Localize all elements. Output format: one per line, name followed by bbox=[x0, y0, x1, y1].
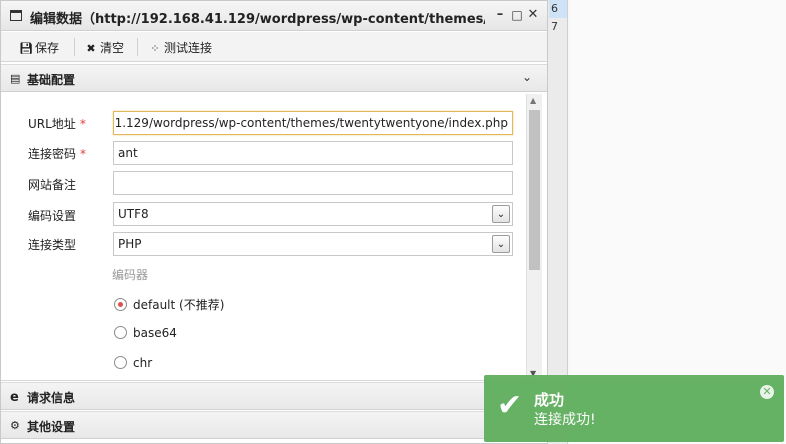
checkmark-icon: ✔ bbox=[497, 388, 523, 423]
encoder-option-chr[interactable]: chr bbox=[114, 356, 152, 372]
basic-config-panel: URL地址* http://192.168.41.129/wordpress/w… bbox=[1, 94, 547, 381]
save-icon: 💾︎ bbox=[19, 42, 33, 55]
toolbar: 💾︎ 保存 ✖ 清空 ⁘ 测试连接 bbox=[1, 32, 547, 62]
close-icon[interactable]: ✕ bbox=[760, 385, 774, 399]
url-input[interactable]: http://192.168.41.129/wordpress/wp-conte… bbox=[113, 111, 513, 135]
clear-button[interactable]: ✖ 清空 bbox=[84, 39, 124, 55]
ie-icon: e bbox=[10, 390, 19, 405]
password-input[interactable]: ant bbox=[113, 141, 513, 165]
toast-title: 成功 bbox=[534, 391, 565, 409]
radio-icon bbox=[114, 326, 127, 339]
clear-icon: ✖ bbox=[86, 42, 96, 55]
url-label: URL地址 * bbox=[28, 115, 86, 132]
encoder-option-default[interactable]: default (不推荐) bbox=[114, 296, 224, 312]
save-label: 保存 bbox=[35, 41, 60, 55]
clear-label: 清空 bbox=[100, 41, 125, 55]
save-button[interactable]: 💾︎ 保存 bbox=[19, 39, 59, 55]
section-basic-label: 基础配置 bbox=[27, 73, 76, 87]
maximize-button[interactable]: □ bbox=[510, 7, 524, 23]
connection-type-label: 连接类型 bbox=[28, 238, 77, 252]
required-mark: * bbox=[79, 117, 86, 131]
encoding-select[interactable]: UTF8 ⌄ bbox=[113, 202, 513, 226]
note-label: 网站备注 bbox=[28, 178, 77, 192]
spinner-icon: ⁘ bbox=[150, 42, 160, 55]
toolbar-divider bbox=[137, 38, 138, 56]
password-label-text: 连接密码 bbox=[28, 147, 77, 161]
encoder-group-label: 编码器 bbox=[112, 268, 149, 282]
radio-icon bbox=[114, 356, 127, 369]
background-cell[interactable]: 7 bbox=[549, 18, 567, 36]
gears-icon: ⚙ bbox=[10, 419, 20, 432]
section-other-label: 其他设置 bbox=[27, 420, 76, 434]
encoding-value: UTF8 bbox=[118, 207, 149, 221]
chevron-down-icon: ⌄ bbox=[492, 205, 510, 223]
password-label: 连接密码 * bbox=[28, 145, 86, 162]
window-title: 编辑数据（http://192.168.41.129/wordpress/wp-… bbox=[30, 12, 485, 27]
scroll-up-icon[interactable]: ▲ bbox=[530, 96, 536, 105]
test-connection-button[interactable]: ⁘ 测试连接 bbox=[148, 39, 212, 55]
title-bar[interactable]: 编辑数据（http://192.168.41.129/wordpress/wp-… bbox=[1, 1, 547, 31]
encoder-option-label: base64 bbox=[133, 326, 177, 340]
note-input[interactable] bbox=[113, 171, 513, 195]
background-cell[interactable]: 6 bbox=[549, 0, 567, 18]
toolbar-divider bbox=[74, 38, 75, 56]
connection-type-select[interactable]: PHP ⌄ bbox=[113, 232, 513, 256]
encoder-option-label: chr bbox=[133, 356, 153, 370]
chevron-down-icon: ⌄ bbox=[522, 70, 533, 84]
connection-type-value: PHP bbox=[118, 237, 142, 251]
close-button[interactable]: ✕ bbox=[526, 7, 540, 23]
window-icon bbox=[10, 10, 22, 21]
panel-scrollbar[interactable]: ▲ ▼ bbox=[526, 94, 542, 380]
required-mark: * bbox=[80, 147, 87, 161]
section-other-settings[interactable]: ⚙ 其他设置 bbox=[1, 411, 547, 439]
scrollbar-thumb[interactable] bbox=[529, 110, 540, 270]
success-toast: ✔ 成功 连接成功! ✕ bbox=[484, 375, 784, 442]
section-request-label: 请求信息 bbox=[27, 391, 76, 405]
section-basic-config[interactable]: ▤ 基础配置 ⌄ bbox=[1, 64, 547, 92]
edit-data-window: 编辑数据（http://192.168.41.129/wordpress/wp-… bbox=[0, 0, 548, 444]
encoding-label: 编码设置 bbox=[28, 209, 77, 223]
document-icon: ▤ bbox=[10, 72, 21, 85]
url-value: http://192.168.41.129/wordpress/wp-conte… bbox=[114, 116, 508, 130]
encoder-option-label: default (不推荐) bbox=[133, 298, 225, 312]
radio-selected-icon bbox=[114, 298, 127, 311]
url-label-text: URL地址 bbox=[28, 117, 76, 131]
toast-message: 连接成功! bbox=[534, 412, 596, 428]
test-connection-label: 测试连接 bbox=[164, 41, 213, 55]
chevron-down-icon: ⌄ bbox=[492, 235, 510, 253]
section-request-info[interactable]: e 请求信息 bbox=[1, 382, 547, 410]
minimize-button[interactable]: – bbox=[493, 7, 507, 23]
encoder-option-base64[interactable]: base64 bbox=[114, 326, 177, 342]
